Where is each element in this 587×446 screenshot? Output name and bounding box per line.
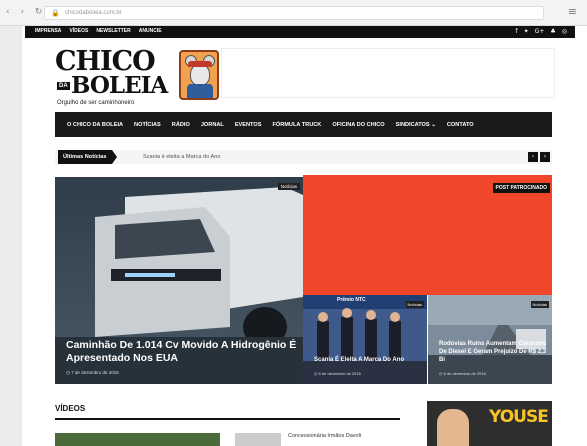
category-tag[interactable]: Notícias	[277, 183, 300, 190]
google-plus-icon[interactable]: G+	[535, 28, 545, 35]
nav-item-eventos[interactable]: EVENTOS	[235, 122, 262, 128]
logo-line1: CHICO	[55, 46, 156, 77]
video-title[interactable]: Concessionária Irmãos Davoli	[288, 433, 361, 439]
logo-tagline: Orgulho de ser caminhoneiro	[57, 100, 135, 106]
instagram-icon[interactable]: ◎	[562, 28, 567, 35]
card-overlay-text: Prêmio NTC	[337, 297, 366, 303]
nav-item-radio[interactable]: RÁDIO	[172, 122, 190, 128]
nav-item-o-chico-da-boleia[interactable]: O CHICO DA BOLEIA	[67, 122, 123, 128]
mascot-icon	[179, 50, 219, 100]
android-icon[interactable]: ♣	[550, 28, 555, 35]
sponsored-label: POST PATROCINADO	[492, 183, 550, 193]
main-nav: O CHICO DA BOLEIA NOTÍCIAS RÁDIO JORNAL …	[55, 112, 552, 137]
top-links: IMPRENSA VÍDEOS NEWSLETTER ANUNCIE	[35, 28, 162, 34]
featured-article[interactable]: Notícias Caminhão De 1.014 Cv Movido A H…	[55, 177, 303, 384]
ticker-next-button[interactable]: ›	[540, 152, 550, 162]
side-ad-banner[interactable]: YOUSE	[427, 401, 552, 446]
ticker-headline[interactable]: Scania é eleita a Marca do Ano	[143, 154, 220, 160]
nav-item-contato[interactable]: CONTATO	[447, 122, 474, 128]
twitter-icon[interactable]: ✦	[524, 28, 529, 35]
ad-person-image	[437, 409, 469, 446]
top-link-anuncie[interactable]: ANUNCIE	[139, 28, 162, 34]
ticker-prev-button[interactable]: ‹	[528, 152, 538, 162]
url-text[interactable]: chicodaboleia.com.br	[65, 10, 122, 16]
header-ad-slot	[221, 48, 555, 98]
browser-toolbar: ‹ › ↻ 🔒 chicodaboleia.com.br ≡	[0, 0, 587, 26]
social-links: f ✦ G+ ♣ ◎	[516, 28, 567, 35]
nav-item-noticias[interactable]: NOTÍCIAS	[134, 122, 161, 128]
address-bar[interactable]: 🔒 chicodaboleia.com.br	[44, 6, 544, 20]
card-title[interactable]: Scania É Eleita A Marca Do Ano	[314, 356, 422, 364]
card-date: ◷ 6 de dezembro de 2016	[314, 371, 361, 376]
nav-item-oficina-do-chico[interactable]: OFICINA DO CHICO	[332, 122, 384, 128]
facebook-icon[interactable]: f	[516, 28, 518, 35]
sponsored-post[interactable]: POST PATROCINADO	[303, 175, 552, 295]
section-divider	[55, 418, 400, 420]
ticker-label: Últimas Notícias	[58, 150, 117, 164]
video-thumbnail[interactable]	[55, 433, 220, 446]
category-tag[interactable]: Notícias	[530, 301, 549, 308]
article-card[interactable]: Prêmio NTC Notícias Scania É Eleita A Ma…	[303, 295, 427, 384]
top-link-imprensa[interactable]: IMPRENSA	[35, 28, 61, 34]
news-ticker: Últimas Notícias Scania é eleita a Marca…	[55, 150, 552, 164]
nav-item-jornal[interactable]: JORNAL	[201, 122, 224, 128]
card-date: ◷ 6 de dezembro de 2016	[439, 371, 486, 376]
logo-line2: BOLEIA	[71, 72, 168, 99]
web-page: IMPRENSA VÍDEOS NEWSLETTER ANUNCIE f ✦ G…	[22, 26, 587, 446]
nav-item-sindicatos[interactable]: SINDICATOS ⌄	[396, 122, 436, 128]
lock-icon: 🔒	[51, 10, 60, 17]
ad-brand: YOUSE	[489, 407, 549, 427]
card-title[interactable]: Rodovias Ruins Aumentam Consumo De Diese…	[439, 340, 547, 364]
logo-da: DA	[57, 82, 70, 90]
browser-nav-icons[interactable]: ‹ › ↻	[6, 7, 46, 17]
videos-section-title: VÍDEOS	[55, 404, 86, 413]
browser-menu-icon[interactable]: ≡	[568, 5, 577, 18]
top-link-newsletter[interactable]: NEWSLETTER	[96, 28, 130, 34]
category-tag[interactable]: Notícias	[405, 301, 424, 308]
video-thumbnail[interactable]	[235, 433, 281, 446]
article-card[interactable]: Notícias Rodovias Ruins Aumentam Consumo…	[428, 295, 552, 384]
featured-date: ◷ 7 de dezembro de 2016	[66, 370, 119, 375]
top-bar: IMPRENSA VÍDEOS NEWSLETTER ANUNCIE f ✦ G…	[25, 26, 575, 38]
nav-item-formula-truck[interactable]: FÓRMULA TRUCK	[272, 122, 321, 128]
top-link-videos[interactable]: VÍDEOS	[69, 28, 88, 34]
featured-title[interactable]: Caminhão De 1.014 Cv Movido A Hidrogênio…	[66, 339, 300, 365]
